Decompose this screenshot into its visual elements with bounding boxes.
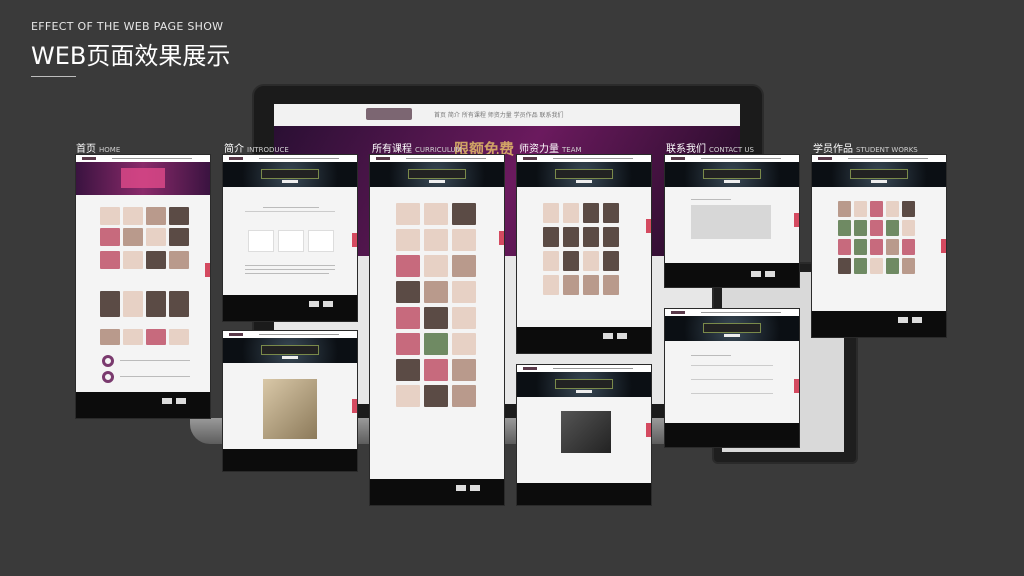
caption-team-cn: 师资力量 xyxy=(519,144,559,155)
home-page-thumbnail[interactable] xyxy=(76,155,210,418)
home-thumb-works-grid xyxy=(100,251,189,269)
caption-introduce: 简介 INTRODUCE xyxy=(224,140,289,155)
caption-home: 首页 HOME xyxy=(76,140,120,155)
curriculum-thumb-hero xyxy=(370,162,504,187)
home-thumb-course-grid xyxy=(100,207,189,246)
caption-curriculum-en: CURRICULUM xyxy=(415,146,462,154)
caption-home-cn: 首页 xyxy=(76,144,96,155)
laptop-site-nav-text: 首页 简介 所有课程 师资力量 学员作品 联系我们 xyxy=(434,112,564,119)
contact-page-thumbnail[interactable] xyxy=(665,155,799,287)
introduce-thumb-footer xyxy=(223,295,357,321)
slide-title: WEB页面效果展示 xyxy=(31,42,231,70)
student-works-thumb-grid xyxy=(838,201,915,274)
caption-team-en: TEAM xyxy=(562,146,582,154)
caption-student-works: 学员作品 STUDENT WORKS xyxy=(813,140,918,155)
home-thumb-gallery-grid xyxy=(100,329,189,345)
introduce-detail-thumbnail[interactable] xyxy=(223,331,357,471)
team-detail-thumbnail[interactable] xyxy=(517,365,651,505)
contact-detail-thumbnail[interactable] xyxy=(665,309,799,447)
home-thumb-team-grid xyxy=(100,291,189,317)
introduce-thumb-hero xyxy=(223,162,357,187)
team-page-thumbnail[interactable] xyxy=(517,155,651,353)
student-works-page-thumbnail[interactable] xyxy=(812,155,946,337)
team-thumb-grid xyxy=(543,203,619,295)
contact-map xyxy=(691,205,771,239)
caption-team: 师资力量 TEAM xyxy=(519,140,582,155)
caption-contact-cn: 联系我们 xyxy=(666,144,706,155)
home-thumb-side-tab xyxy=(205,263,210,277)
curriculum-page-thumbnail[interactable] xyxy=(370,155,504,505)
caption-introduce-en: INTRODUCE xyxy=(247,146,289,154)
caption-contact: 联系我们 CONTACT US xyxy=(666,140,754,155)
caption-curriculum-cn: 所有课程 xyxy=(372,144,412,155)
caption-introduce-cn: 简介 xyxy=(224,144,244,155)
laptop-site-nav: 首页 简介 所有课程 师资力量 学员作品 联系我们 xyxy=(274,104,740,126)
curriculum-thumb-grid xyxy=(396,203,476,407)
introduce-page-thumbnail[interactable] xyxy=(223,155,357,321)
introduce-photo xyxy=(263,379,317,439)
caption-student-works-cn: 学员作品 xyxy=(813,144,853,155)
team-detail-photo xyxy=(561,411,611,453)
caption-home-en: HOME xyxy=(99,146,121,154)
laptop-site-logo xyxy=(366,108,412,120)
caption-contact-en: CONTACT US xyxy=(709,146,754,154)
home-thumb-footer xyxy=(76,392,210,418)
slide-subtitle: EFFECT OF THE WEB PAGE SHOW xyxy=(31,20,224,33)
caption-curriculum: 所有课程 CURRICULUM xyxy=(372,140,462,155)
home-thumb-banner xyxy=(76,162,210,195)
caption-student-works-en: STUDENT WORKS xyxy=(856,146,918,154)
title-underline xyxy=(31,76,76,77)
